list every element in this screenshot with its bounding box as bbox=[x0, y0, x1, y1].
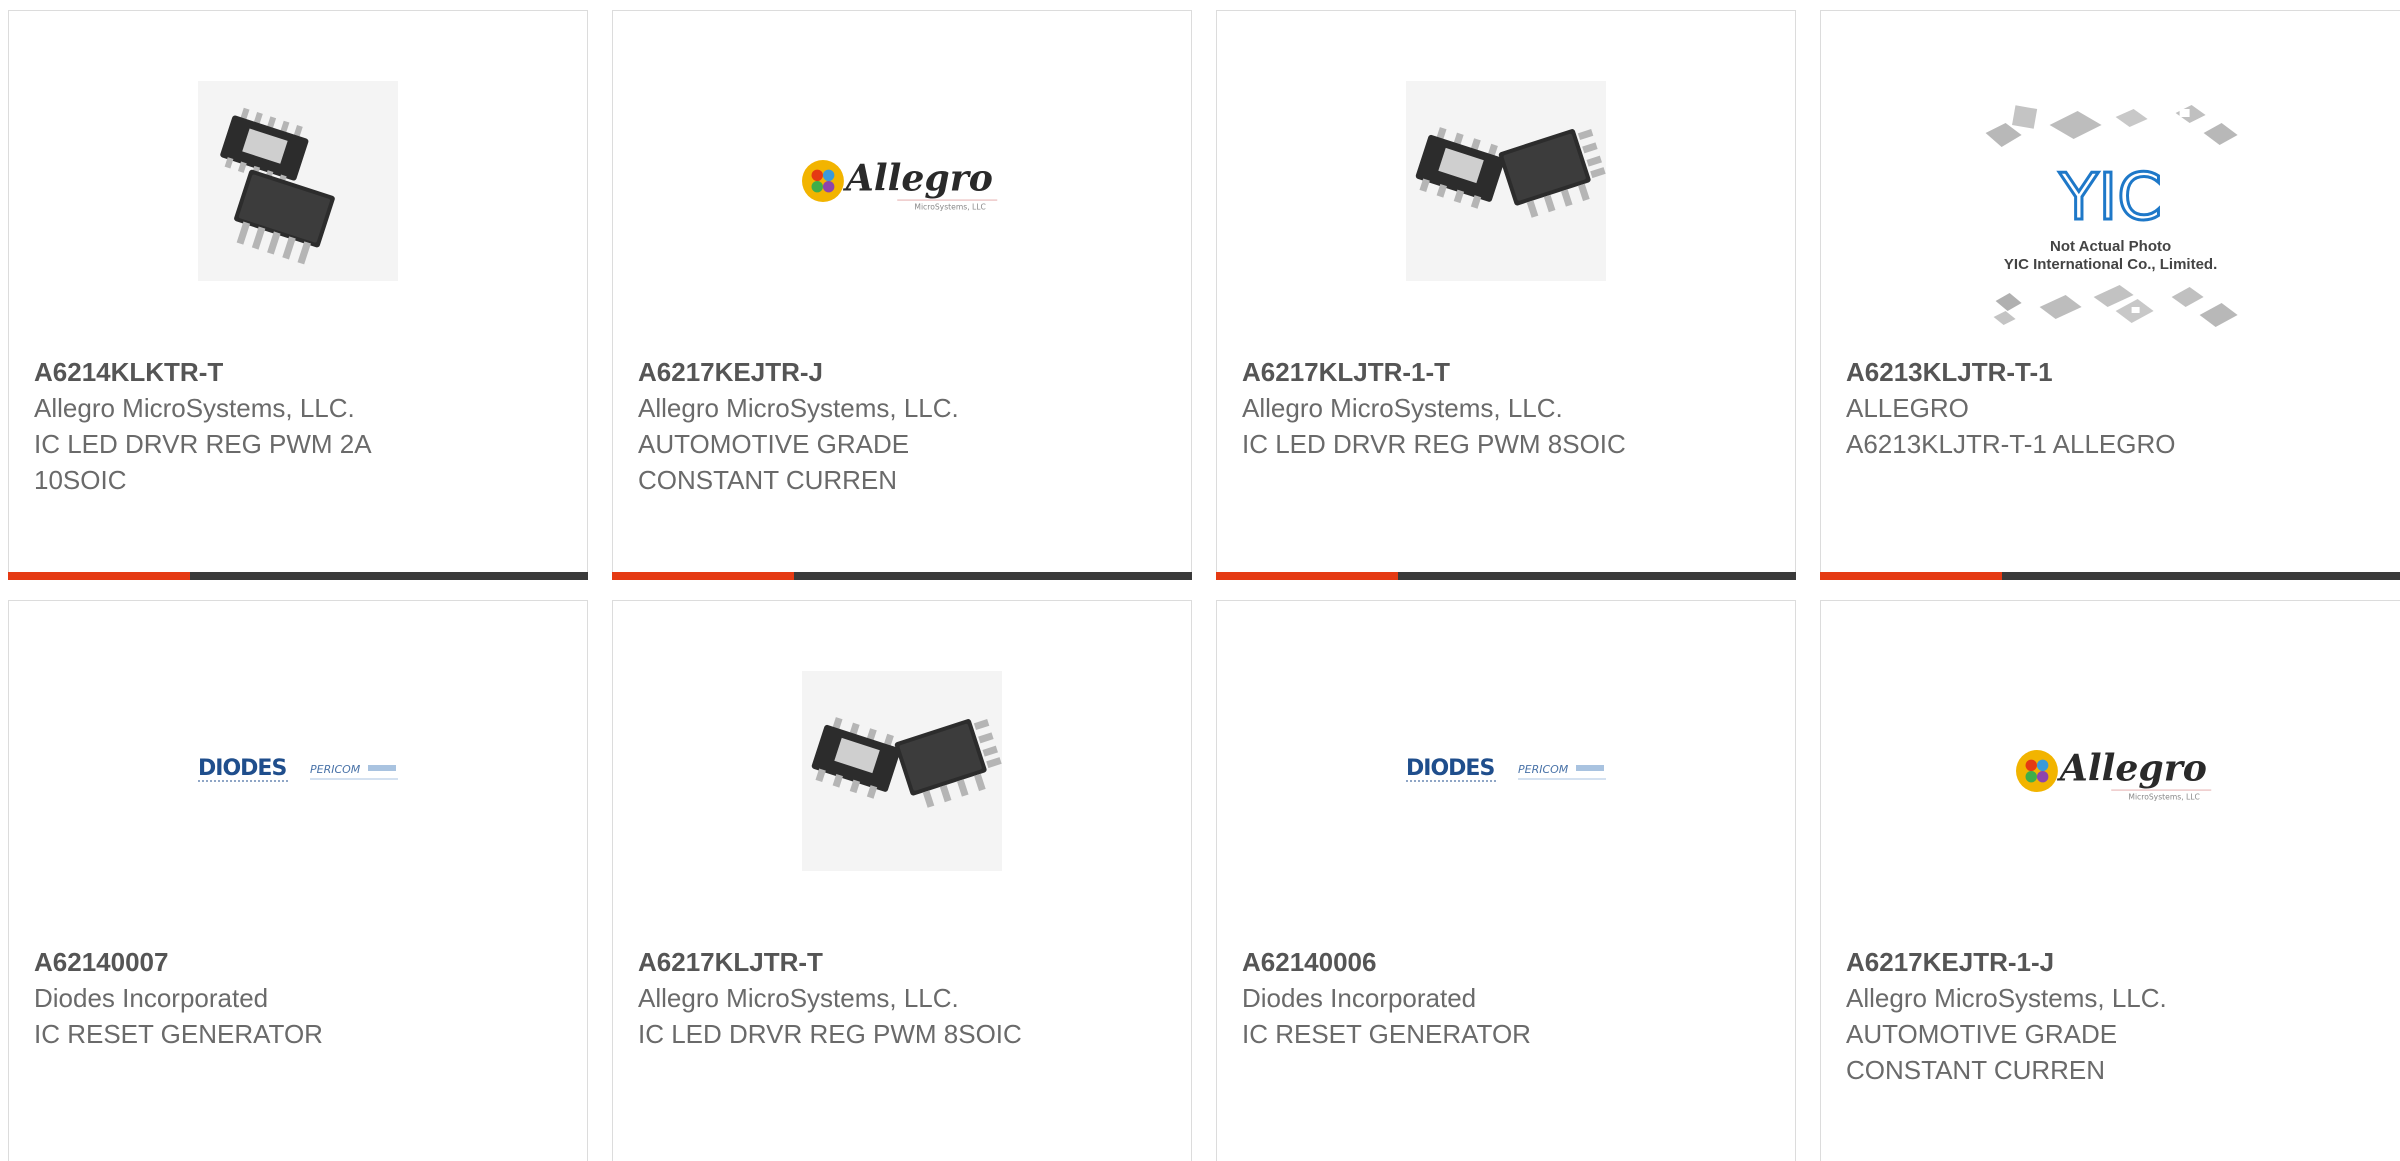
svg-text:PERICOM: PERICOM bbox=[1518, 763, 1569, 776]
part-number[interactable]: A62140007 bbox=[34, 944, 454, 980]
product-info: A62140007 Diodes Incorporated IC RESET G… bbox=[34, 944, 454, 1052]
product-image[interactable] bbox=[802, 671, 1002, 871]
product-image[interactable]: Allegro MicroSystems, LLC bbox=[802, 81, 1002, 281]
description-line: IC RESET GENERATOR bbox=[1242, 1019, 1531, 1049]
manufacturer: Allegro MicroSystems, LLC. bbox=[1242, 393, 1563, 423]
description-line: IC LED DRVR REG PWM 2A bbox=[34, 429, 372, 459]
svg-text:Allegro: Allegro bbox=[843, 157, 993, 200]
part-number[interactable]: A6217KEJTR-1-J bbox=[1846, 944, 2266, 980]
product-card[interactable]: DIODES PERICOM A62140006 Diodes Incorpor… bbox=[1216, 600, 1796, 1161]
manufacturer: Diodes Incorporated bbox=[1242, 983, 1477, 1013]
svg-text:Allegro: Allegro bbox=[2056, 747, 2206, 790]
yic-placeholder-icon: YIC Not Actual Photo YIC International C… bbox=[1985, 105, 2238, 327]
svg-text:Not Actual Photo: Not Actual Photo bbox=[2050, 238, 2171, 255]
svg-text:MicroSystems, LLC: MicroSystems, LLC bbox=[914, 203, 985, 212]
card-accent-bar bbox=[1820, 572, 2002, 580]
product-card[interactable]: A6214KLKTR-T Allegro MicroSystems, LLC. … bbox=[8, 10, 588, 580]
card-footer-bar bbox=[1820, 572, 2400, 580]
chip-8soic-icon bbox=[802, 671, 1002, 871]
manufacturer: Allegro MicroSystems, LLC. bbox=[34, 393, 355, 423]
part-number[interactable]: A6214KLKTR-T bbox=[34, 354, 454, 390]
card-footer-bar bbox=[612, 572, 1192, 580]
card-accent-bar bbox=[1216, 572, 1398, 580]
chip-10soic-icon bbox=[198, 81, 398, 281]
product-image[interactable] bbox=[198, 81, 398, 281]
product-image[interactable]: Allegro MicroSystems, LLC bbox=[2015, 671, 2216, 871]
description-line: A6213KLJTR-T-1 ALLEGRO bbox=[1846, 429, 2176, 459]
description-line: AUTOMOTIVE GRADE bbox=[638, 429, 910, 459]
product-grid: A6214KLKTR-T Allegro MicroSystems, LLC. … bbox=[0, 0, 2400, 1161]
diodes-pericom-logo-icon: DIODES PERICOM bbox=[1406, 756, 1606, 782]
product-image[interactable]: YIC Not Actual Photo YIC International C… bbox=[1975, 101, 2245, 341]
manufacturer: Allegro MicroSystems, LLC. bbox=[638, 983, 959, 1013]
product-image[interactable] bbox=[1406, 81, 1606, 281]
description-line: IC RESET GENERATOR bbox=[34, 1019, 323, 1049]
product-card[interactable]: A6217KLJTR-1-T Allegro MicroSystems, LLC… bbox=[1216, 10, 1796, 580]
product-image[interactable]: DIODES PERICOM bbox=[1406, 671, 1606, 871]
description-line: AUTOMOTIVE GRADE bbox=[1846, 1019, 2118, 1049]
card-footer-bar bbox=[1216, 572, 1796, 580]
product-info: A6217KLJTR-1-T Allegro MicroSystems, LLC… bbox=[1242, 354, 1662, 462]
manufacturer: ALLEGRO bbox=[1846, 393, 1969, 423]
manufacturer: Diodes Incorporated bbox=[34, 983, 269, 1013]
product-info: A6217KEJTR-1-J Allegro MicroSystems, LLC… bbox=[1846, 944, 2266, 1088]
card-footer-bar bbox=[8, 572, 588, 580]
product-card[interactable]: YIC Not Actual Photo YIC International C… bbox=[1820, 10, 2400, 580]
svg-text:DIODES: DIODES bbox=[1406, 756, 1494, 781]
product-info: A6217KLJTR-T Allegro MicroSystems, LLC. … bbox=[638, 944, 1058, 1052]
manufacturer: Allegro MicroSystems, LLC. bbox=[638, 393, 959, 423]
chip-8soic-icon bbox=[1406, 81, 1606, 281]
product-info: A6214KLKTR-T Allegro MicroSystems, LLC. … bbox=[34, 354, 454, 498]
svg-text:PERICOM: PERICOM bbox=[310, 763, 361, 776]
part-number[interactable]: A6217KEJTR-J bbox=[638, 354, 1058, 390]
description-line: CONSTANT CURREN bbox=[1846, 1055, 2106, 1085]
part-number[interactable]: A6217KLJTR-1-T bbox=[1242, 354, 1662, 390]
description-line: IC LED DRVR REG PWM 8SOIC bbox=[638, 1019, 1022, 1049]
product-card[interactable]: A6217KLJTR-T Allegro MicroSystems, LLC. … bbox=[612, 600, 1192, 1161]
svg-text:DIODES: DIODES bbox=[198, 756, 286, 781]
description-line: IC LED DRVR REG PWM 8SOIC bbox=[1242, 429, 1626, 459]
product-card[interactable]: Allegro MicroSystems, LLC A6217KEJTR-1-J… bbox=[1820, 600, 2400, 1161]
product-info: A6213KLJTR-T-1 ALLEGRO A6213KLJTR-T-1 AL… bbox=[1846, 354, 2266, 462]
svg-text:YIC: YIC bbox=[2058, 161, 2162, 235]
product-info: A62140006 Diodes Incorporated IC RESET G… bbox=[1242, 944, 1662, 1052]
allegro-logo-icon: Allegro MicroSystems, LLC bbox=[2015, 747, 2211, 802]
card-accent-bar bbox=[612, 572, 794, 580]
diodes-pericom-logo-icon: DIODES PERICOM bbox=[198, 756, 398, 782]
svg-text:MicroSystems, LLC: MicroSystems, LLC bbox=[2128, 793, 2199, 802]
manufacturer: Allegro MicroSystems, LLC. bbox=[1846, 983, 2167, 1013]
allegro-logo-icon: Allegro MicroSystems, LLC bbox=[802, 157, 998, 212]
part-number[interactable]: A62140006 bbox=[1242, 944, 1662, 980]
description-line: CONSTANT CURREN bbox=[638, 465, 898, 495]
svg-text:YIC International Co., Limited: YIC International Co., Limited. bbox=[2003, 256, 2216, 273]
product-info: A6217KEJTR-J Allegro MicroSystems, LLC. … bbox=[638, 354, 1058, 498]
part-number[interactable]: A6213KLJTR-T-1 bbox=[1846, 354, 2266, 390]
product-card[interactable]: DIODES PERICOM A62140007 Diodes Incorpor… bbox=[8, 600, 588, 1161]
card-accent-bar bbox=[8, 572, 190, 580]
description-line: 10SOIC bbox=[34, 465, 127, 495]
product-card[interactable]: Allegro MicroSystems, LLC A6217KEJTR-J A… bbox=[612, 10, 1192, 580]
part-number[interactable]: A6217KLJTR-T bbox=[638, 944, 1058, 980]
product-image[interactable]: DIODES PERICOM bbox=[198, 671, 398, 871]
